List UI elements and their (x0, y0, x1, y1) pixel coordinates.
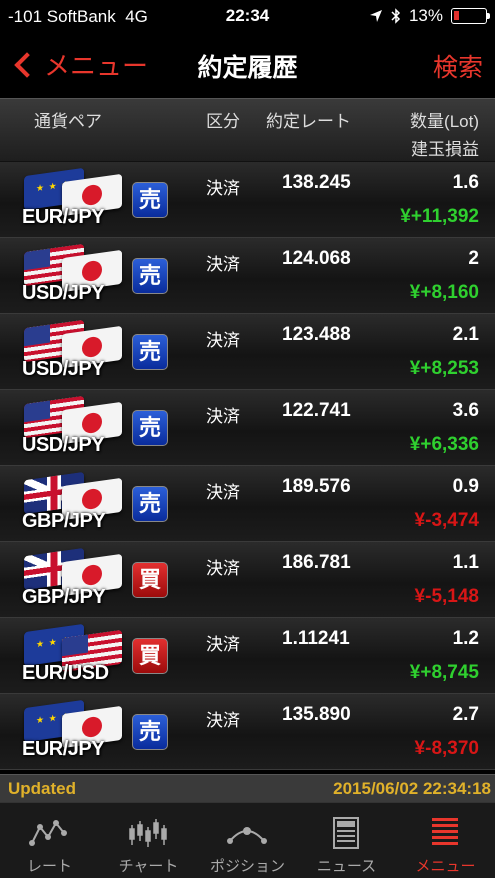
list-item[interactable]: USD/JPY 売 決済 123.488 2.1 ¥+8,253 (0, 314, 495, 390)
rate: 122.741 (282, 400, 351, 421)
lot: 2.1 (452, 324, 479, 345)
search-button[interactable]: 検索 (433, 48, 483, 84)
currency-pair-flags-icon: EUR/JPY (18, 699, 126, 766)
lot: 3.6 (452, 400, 479, 421)
lot: 1.2 (452, 628, 479, 649)
tab-bar: レート チャート ポジション ニュース メニュー (0, 802, 495, 878)
currency-pair-flags-icon: EUR/JPY (18, 167, 126, 234)
bluetooth-icon (391, 8, 401, 24)
pair-label: GBP/JPY (22, 510, 106, 532)
profit-loss: ¥-8,370 (414, 738, 479, 759)
tab-news[interactable]: ニュース (297, 803, 396, 878)
battery-icon (451, 8, 490, 24)
tab-label: ポジション (209, 858, 285, 875)
side-badge: 売 (132, 334, 168, 370)
tab-label: メニュー (415, 858, 476, 875)
column-lot: 数量(Lot) (410, 112, 479, 131)
kubun: 決済 (206, 179, 240, 198)
side-badge: 売 (132, 486, 168, 522)
side-badge: 売 (132, 410, 168, 446)
list-item[interactable]: EUR/JPY 売 決済 135.890 2.7 ¥-8,370 (0, 694, 495, 770)
currency-pair-flags-icon: USD/JPY (18, 319, 126, 386)
rate: 124.068 (282, 248, 351, 269)
side-badge: 売 (132, 258, 168, 294)
side-badge: 売 (132, 182, 168, 218)
profit-loss: ¥+6,336 (409, 434, 479, 455)
tab-chart[interactable]: チャート (99, 803, 198, 878)
menu-icon (432, 818, 458, 845)
profit-loss: ¥+8,745 (409, 662, 479, 683)
kubun: 決済 (206, 255, 240, 274)
profit-loss: ¥-5,148 (414, 586, 479, 607)
rate: 186.781 (282, 552, 351, 573)
list-item[interactable]: GBP/JPY 売 決済 189.576 0.9 ¥-3,474 (0, 466, 495, 542)
column-pl: 建玉損益 (411, 140, 479, 159)
currency-pair-flags-icon: USD/JPY (18, 395, 126, 462)
column-pair: 通貨ペア (34, 112, 102, 131)
updated-label: Updated (8, 779, 76, 798)
currency-pair-flags-icon: EUR/USD (18, 623, 126, 690)
status-bar: -101 SoftBank 4G 22:34 13% (0, 0, 495, 32)
pair-label: USD/JPY (22, 358, 105, 380)
pair-label: EUR/USD (22, 662, 109, 684)
rate: 123.488 (282, 324, 351, 345)
currency-pair-flags-icon: GBP/JPY (18, 471, 126, 538)
lot: 1.6 (452, 172, 479, 193)
news-icon (333, 817, 359, 849)
tab-label: チャート (118, 858, 179, 875)
side-badge: 買 (132, 638, 168, 674)
currency-pair-flags-icon: GBP/JPY (18, 547, 126, 614)
side-badge: 買 (132, 562, 168, 598)
page-title: 約定履歴 (197, 54, 298, 82)
kubun: 決済 (206, 331, 240, 350)
position-icon (227, 827, 267, 844)
battery-percent: 13% (408, 6, 443, 25)
rate: 135.890 (282, 704, 351, 725)
tab-menu[interactable]: メニュー (396, 803, 495, 878)
column-header: 通貨ペア 区分 約定レート 数量(Lot) 建玉損益 (0, 98, 495, 162)
lot: 2 (468, 248, 479, 269)
profit-loss: ¥+11,392 (400, 206, 479, 227)
currency-pair-flags-icon: USD/JPY (18, 243, 126, 310)
list-item[interactable]: USD/JPY 売 決済 124.068 2 ¥+8,160 (0, 238, 495, 314)
pair-label: EUR/JPY (22, 206, 105, 228)
kubun: 決済 (206, 559, 240, 578)
navigation-bar: メニュー 約定履歴 検索 (0, 32, 495, 98)
profit-loss: ¥-3,474 (414, 510, 479, 531)
column-kubun: 区分 (206, 112, 240, 131)
profit-loss: ¥+8,160 (409, 282, 479, 303)
kubun: 決済 (206, 711, 240, 730)
list-item[interactable]: EUR/JPY 売 決済 138.245 1.6 ¥+11,392 (0, 162, 495, 238)
lot: 1.1 (452, 552, 479, 573)
side-badge: 売 (132, 714, 168, 750)
lot: 2.7 (452, 704, 479, 725)
pair-label: USD/JPY (22, 434, 105, 456)
pair-label: EUR/JPY (22, 738, 105, 760)
tab-position[interactable]: ポジション (198, 803, 297, 878)
rate-chart-icon (29, 820, 67, 846)
pair-label: GBP/JPY (22, 586, 106, 608)
profit-loss: ¥+8,253 (409, 358, 479, 379)
tab-label: ニュース (316, 858, 377, 875)
kubun: 決済 (206, 635, 240, 654)
lot: 0.9 (452, 476, 479, 497)
update-status-bar: Updated 2015/06/02 22:34:18 (0, 774, 495, 802)
tab-label: レート (26, 858, 72, 875)
kubun: 決済 (206, 407, 240, 426)
trade-history-list[interactable]: EUR/JPY 売 決済 138.245 1.6 ¥+11,392 USD/JP… (0, 162, 495, 772)
list-item[interactable]: GBP/JPY 買 決済 186.781 1.1 ¥-5,148 (0, 542, 495, 618)
kubun: 決済 (206, 483, 240, 502)
rate: 1.11241 (282, 628, 350, 649)
list-item[interactable]: USD/JPY 売 決済 122.741 3.6 ¥+6,336 (0, 390, 495, 466)
list-item[interactable]: EUR/USD 買 決済 1.11241 1.2 ¥+8,745 (0, 618, 495, 694)
tab-rate[interactable]: レート (0, 803, 99, 878)
candlestick-icon (129, 819, 167, 847)
rate: 138.245 (282, 172, 351, 193)
pair-label: USD/JPY (22, 282, 105, 304)
updated-timestamp: 2015/06/02 22:34:18 (333, 779, 491, 798)
location-icon (369, 10, 382, 22)
column-rate: 約定レート (266, 112, 351, 131)
rate: 189.576 (282, 476, 351, 497)
